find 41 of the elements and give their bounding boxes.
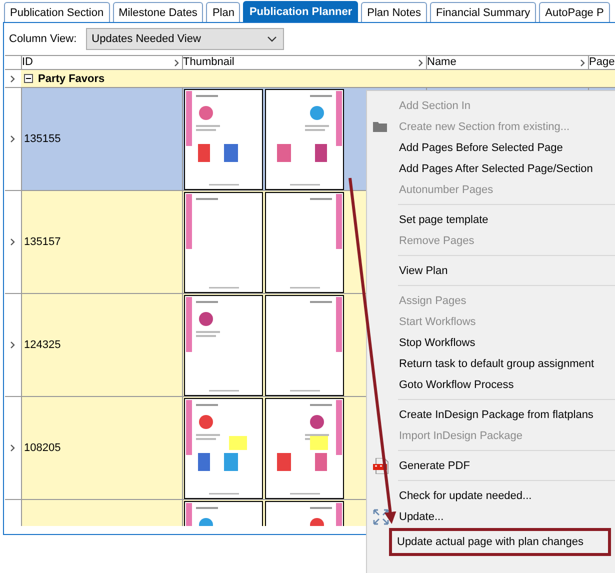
group-label: Party Favors: [38, 72, 105, 84]
column-view-dropdown[interactable]: Updates Needed View: [86, 28, 284, 50]
menu-item[interactable]: Update...: [369, 506, 611, 527]
column-header[interactable]: ID: [21, 56, 182, 69]
table-cell: 135157: [24, 236, 61, 248]
tab[interactable]: Plan Notes: [361, 2, 427, 22]
expand-row-icon: [10, 238, 16, 246]
table-cell: 135155: [24, 133, 61, 145]
tab[interactable]: Financial Summary: [430, 2, 536, 22]
menu-item[interactable]: Add Pages Before Selected Page: [369, 137, 611, 158]
expand-row-icon: [10, 341, 16, 349]
column-header[interactable]: Name: [426, 56, 588, 69]
collapse-icon[interactable]: [24, 74, 33, 83]
menu-item[interactable]: Set page template: [369, 209, 611, 230]
arrows-icon: [373, 508, 389, 524]
chevron-right-icon: [174, 58, 180, 66]
column-header[interactable]: Page: [588, 56, 615, 69]
column-view-label: Column View:: [9, 33, 77, 45]
menu-item[interactable]: Add Pages After Selected Page/Section: [369, 158, 611, 179]
menu-item[interactable]: Return task to default group assignment: [369, 353, 611, 374]
tab[interactable]: Plan: [206, 2, 240, 22]
chevron-right-icon: [580, 58, 586, 66]
tab[interactable]: Publication Section: [4, 2, 110, 22]
expand-row-icon: [10, 444, 16, 452]
menu-item[interactable]: Goto Workflow Process: [369, 374, 611, 395]
chevron-right-icon: [418, 58, 424, 66]
chevron-down-icon: [266, 36, 277, 42]
menu-item[interactable]: Update actual page with plan changes: [389, 528, 611, 556]
menu-item[interactable]: Create InDesign Package from flatplans: [369, 404, 611, 425]
table-cell: 124325: [24, 339, 61, 351]
tab[interactable]: AutoPage P: [539, 2, 610, 22]
tab[interactable]: Publication Planner: [243, 1, 358, 22]
tab[interactable]: Milestone Dates: [112, 2, 204, 22]
expand-row-icon: [10, 74, 16, 82]
table-cell: 108205: [24, 442, 61, 454]
menu-item[interactable]: Stop Workflows: [369, 332, 611, 353]
expand-row-icon: [10, 135, 16, 143]
menu-item[interactable]: View Plan: [369, 260, 611, 281]
column-header[interactable]: Thumbnail: [182, 56, 426, 69]
folder-icon: [373, 121, 387, 132]
menu-item[interactable]: Generate PDF: [369, 455, 611, 476]
